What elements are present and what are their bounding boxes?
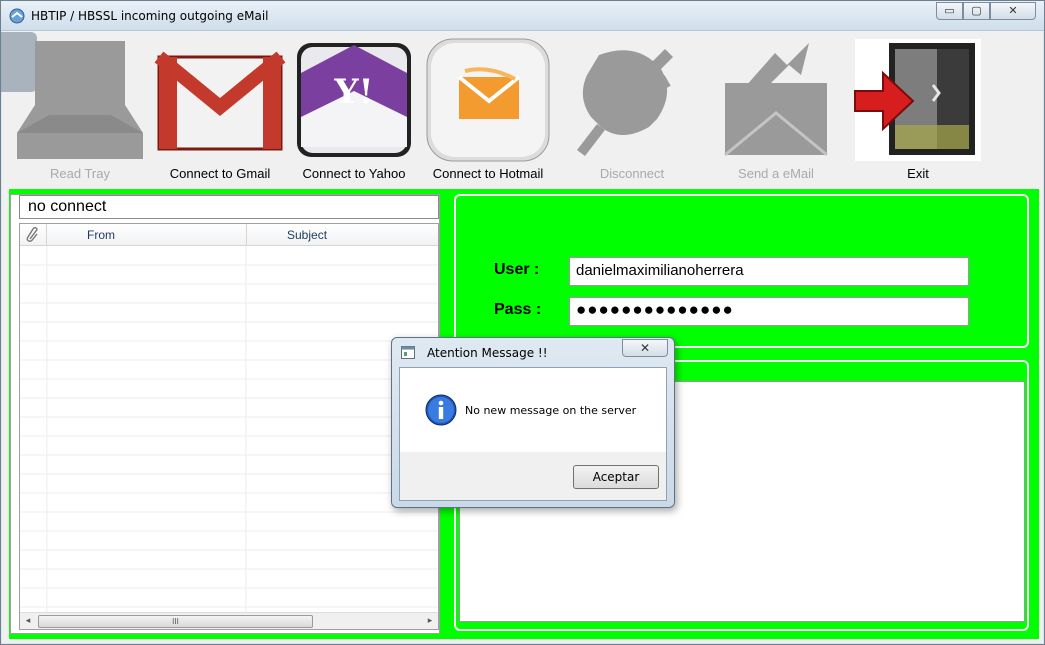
from-column-header[interactable]: From bbox=[47, 224, 247, 246]
dialog-close-button[interactable]: ✕ bbox=[622, 339, 668, 357]
paperclip-icon bbox=[26, 226, 38, 242]
connection-status: no connect bbox=[19, 195, 439, 219]
title-bar[interactable]: HBTIP / HBSSL incoming outgoing eMail ▭ … bbox=[1, 1, 1044, 31]
exit-door-icon bbox=[854, 39, 981, 161]
connect-yahoo-button[interactable]: Y! Connect to Yahoo bbox=[283, 33, 425, 183]
read-tray-button[interactable]: Read Tray bbox=[9, 33, 151, 183]
window-title: HBTIP / HBSSL incoming outgoing eMail bbox=[31, 9, 269, 23]
toolbar: Read Tray Connect to Gmail Y! Connect to… bbox=[9, 33, 1039, 185]
password-field[interactable]: ●●●●●●●●●●●●●● bbox=[569, 297, 969, 326]
subject-column-header[interactable]: Subject bbox=[247, 224, 438, 246]
send-mail-icon bbox=[724, 43, 828, 157]
dialog-message: No new message on the server bbox=[465, 404, 637, 417]
scroll-left-arrow[interactable]: ◂ bbox=[22, 615, 34, 626]
send-email-label: Send a eMail bbox=[738, 166, 814, 181]
close-button[interactable]: ✕ bbox=[990, 2, 1036, 20]
scroll-right-arrow[interactable]: ▸ bbox=[424, 615, 436, 626]
yahoo-icon: Y! bbox=[297, 43, 411, 157]
pass-label: Pass : bbox=[494, 301, 542, 318]
scroll-thumb[interactable]: III bbox=[38, 615, 313, 628]
window-controls: ▭ ▢ ✕ bbox=[936, 2, 1036, 20]
hotmail-icon bbox=[426, 38, 550, 162]
connect-yahoo-label: Connect to Yahoo bbox=[302, 166, 406, 181]
disconnect-button[interactable]: Disconnect bbox=[561, 33, 703, 183]
accept-button[interactable]: Aceptar bbox=[573, 465, 659, 489]
window-icon bbox=[401, 346, 415, 359]
grid-header: From Subject bbox=[20, 224, 438, 246]
user-field[interactable]: danielmaximilianoherrera bbox=[569, 257, 969, 286]
read-tray-label: Read Tray bbox=[50, 166, 110, 181]
mail-grid[interactable]: From Subject ◂ III ▸ bbox=[19, 223, 439, 630]
info-icon bbox=[425, 394, 457, 426]
disconnect-label: Disconnect bbox=[599, 166, 665, 181]
exit-label: Exit bbox=[907, 166, 929, 181]
attachment-column-header[interactable] bbox=[20, 224, 47, 246]
grid-lines bbox=[20, 246, 438, 616]
plug-icon bbox=[577, 49, 673, 157]
dialog-message-area: No new message on the server bbox=[400, 368, 666, 452]
from-column-label: From bbox=[87, 228, 115, 242]
connect-gmail-button[interactable]: Connect to Gmail bbox=[149, 33, 291, 183]
gmail-icon bbox=[154, 51, 286, 151]
dialog-title: Atention Message !! bbox=[427, 346, 548, 360]
app-icon bbox=[9, 8, 25, 24]
main-window: HBTIP / HBSSL incoming outgoing eMail ▭ … bbox=[0, 0, 1045, 645]
tray-icon bbox=[17, 41, 143, 159]
subject-column-label: Subject bbox=[287, 228, 328, 242]
minimize-button[interactable]: ▭ bbox=[936, 2, 963, 20]
horizontal-scrollbar[interactable]: ◂ III ▸ bbox=[20, 612, 438, 629]
dialog-body: No new message on the server Aceptar bbox=[399, 367, 667, 501]
attention-dialog: Atention Message !! ✕ No new message on … bbox=[391, 337, 675, 508]
connect-hotmail-label: Connect to Hotmail bbox=[432, 166, 544, 181]
exit-button[interactable]: Exit bbox=[847, 33, 989, 183]
connect-gmail-label: Connect to Gmail bbox=[169, 166, 271, 181]
svg-text:Y!: Y! bbox=[333, 72, 373, 112]
send-email-button[interactable]: Send a eMail bbox=[705, 33, 847, 183]
maximize-button[interactable]: ▢ bbox=[963, 2, 990, 20]
user-label: User : bbox=[494, 261, 540, 278]
connect-hotmail-button[interactable]: Connect to Hotmail bbox=[417, 33, 559, 183]
